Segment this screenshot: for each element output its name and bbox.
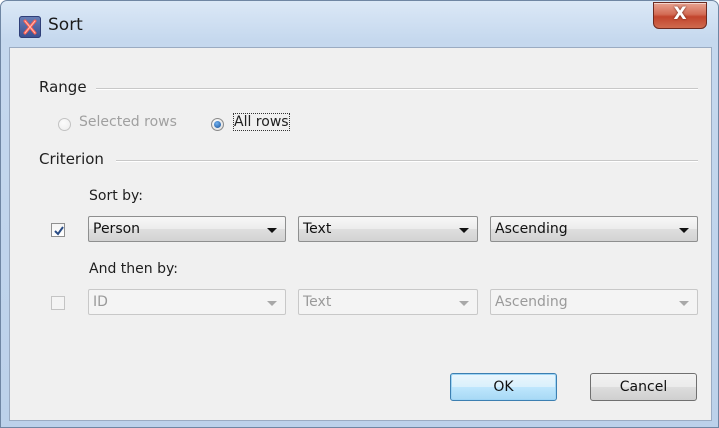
dialog-body: Range Selected rows All rows Criterion S…	[9, 47, 712, 421]
sort-by-field-value: Person	[93, 221, 141, 237]
all-rows-radio[interactable]	[211, 118, 224, 131]
then-by-type-value: Text	[303, 294, 332, 310]
then-by-field-select[interactable]: ID	[88, 289, 286, 315]
sort-by-order-select[interactable]: Ascending	[490, 216, 698, 242]
then-by-order-select[interactable]: Ascending	[490, 289, 698, 315]
all-rows-label[interactable]: All rows	[233, 113, 290, 131]
sort-by-type-select[interactable]: Text	[298, 216, 478, 242]
close-icon: X	[673, 4, 687, 24]
radio-selected-dot	[214, 121, 221, 128]
then-by-type-select[interactable]: Text	[298, 289, 478, 315]
cancel-button[interactable]: Cancel	[590, 373, 697, 401]
selected-rows-radio[interactable]	[58, 118, 71, 131]
range-separator	[96, 88, 698, 90]
sort-by-checkbox[interactable]	[51, 223, 65, 237]
then-by-label: And then by:	[89, 261, 178, 277]
app-x-icon	[19, 16, 41, 38]
sort-by-type-value: Text	[303, 221, 332, 237]
chevron-down-icon	[679, 301, 689, 306]
chevron-down-icon	[267, 301, 277, 306]
then-by-order-value: Ascending	[495, 294, 568, 310]
sort-by-label: Sort by:	[89, 188, 144, 204]
criterion-group-label: Criterion	[39, 150, 104, 168]
then-by-checkbox[interactable]	[51, 296, 65, 310]
close-button[interactable]: X	[653, 2, 707, 29]
checkmark-icon	[54, 226, 64, 236]
chevron-down-icon	[679, 228, 689, 233]
ok-button[interactable]: OK	[450, 373, 557, 401]
then-by-field-value: ID	[93, 294, 108, 310]
selected-rows-label: Selected rows	[79, 114, 177, 130]
sort-dialog: Sort X Range Selected rows All rows Crit…	[0, 0, 719, 428]
chevron-down-icon	[459, 301, 469, 306]
window-title: Sort	[48, 15, 83, 35]
sort-by-order-value: Ascending	[495, 221, 568, 237]
criterion-separator	[116, 160, 698, 162]
sort-by-field-select[interactable]: Person	[88, 216, 286, 242]
range-group-label: Range	[39, 78, 87, 96]
title-bar[interactable]: Sort X	[1, 1, 718, 47]
chevron-down-icon	[459, 228, 469, 233]
chevron-down-icon	[267, 228, 277, 233]
